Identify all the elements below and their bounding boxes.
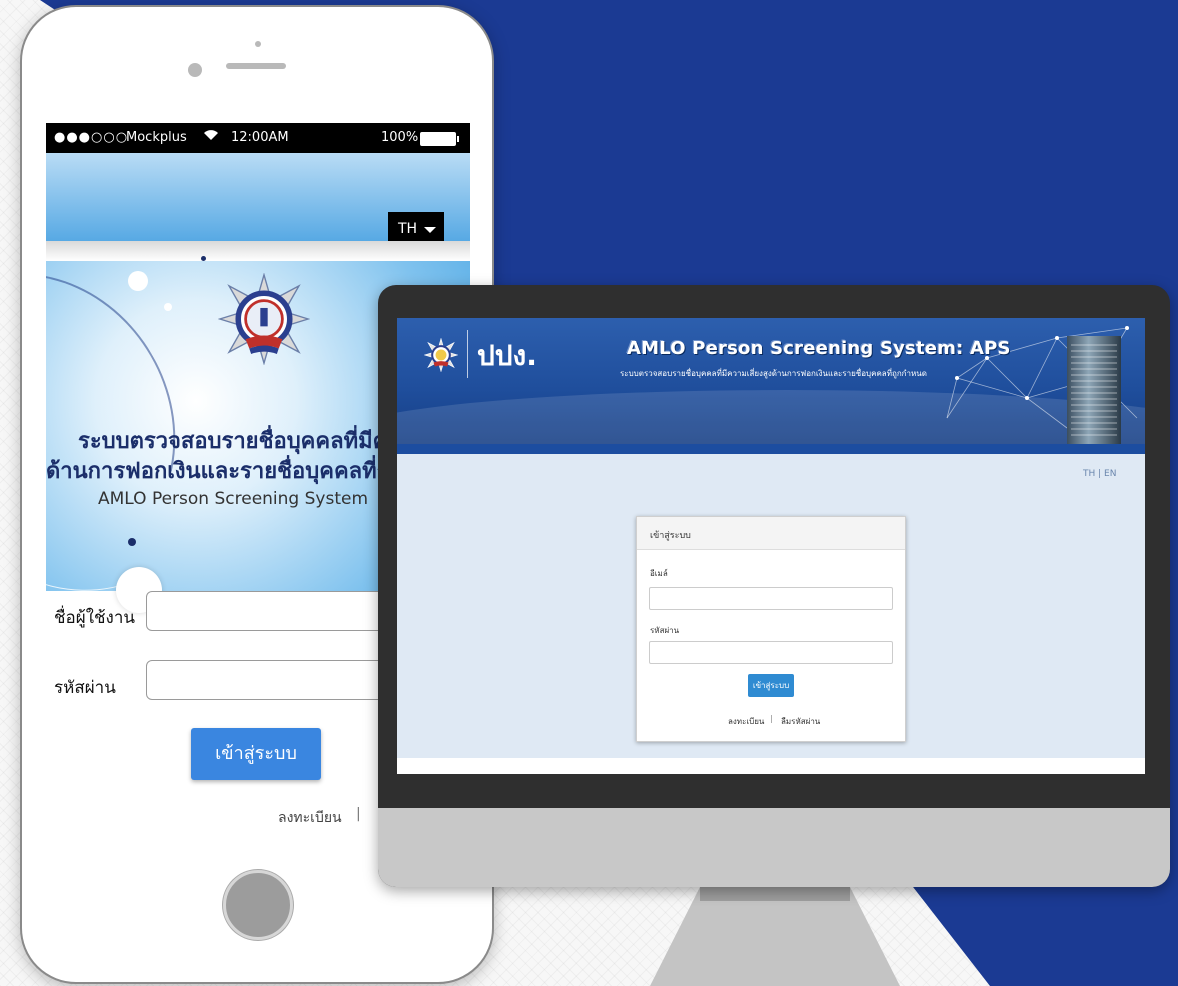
monitor-screen: ปปง. AMLO Person Screening System: APS ร… [397, 318, 1145, 774]
login-button[interactable]: เข้าสู่ระบบ [191, 728, 321, 780]
decorative-dot [128, 271, 148, 291]
brand-name: ปปง. [477, 339, 537, 372]
phone-sensor [188, 63, 202, 77]
login-card: เข้าสู่ระบบ อีเมล์ รหัสผ่าน เข้าสู่ระบบ … [636, 516, 906, 742]
decorative-dot [164, 303, 172, 311]
email-input[interactable] [649, 587, 893, 610]
password-input[interactable] [649, 641, 893, 664]
login-card-title: เข้าสู่ระบบ [650, 531, 691, 541]
caret-down-icon [424, 227, 436, 233]
amlo-emblem-icon [218, 273, 310, 365]
decorative-dot [201, 256, 206, 261]
wifi-icon [203, 128, 219, 145]
monitor-stand-neck [700, 887, 850, 901]
link-separator: | [356, 806, 361, 822]
forgot-password-link[interactable]: ลืมรหัสผ่าน [781, 715, 820, 728]
language-switch[interactable]: TH | EN [1083, 469, 1116, 479]
carrier-name: Mockplus [126, 130, 187, 145]
logo-divider [467, 330, 468, 378]
link-separator: | [770, 714, 773, 723]
page-subtitle: AMLO Person Screening System [98, 489, 369, 509]
register-link[interactable]: ลงทะเบียน [278, 807, 342, 829]
status-time: 12:00AM [231, 130, 289, 145]
login-card-header: เข้าสู่ระบบ [637, 517, 905, 550]
building-windows [1071, 344, 1117, 440]
battery-icon [420, 132, 459, 146]
battery-percent: 100% [381, 130, 419, 145]
phone-header: TH [46, 153, 470, 246]
status-bar: ●●●○○○ Mockplus 12:00AM 100% [46, 123, 470, 153]
decorative-dot [128, 538, 136, 546]
password-label: รหัสผ่าน [54, 678, 116, 698]
page-title-line2: ด้านการฟอกเงินและรายชื่อบุคคลที่ถู [46, 459, 390, 484]
signal-indicator: ●●●○○○ [54, 130, 129, 145]
register-link[interactable]: ลงทะเบียน [728, 715, 764, 728]
login-button[interactable]: เข้าสู่ระบบ [748, 674, 794, 697]
amlo-emblem-icon [424, 338, 458, 372]
password-label: รหัสผ่าน [650, 626, 680, 635]
email-label: อีเมล์ [650, 569, 668, 578]
header-bottom-bar [397, 444, 1145, 454]
site-footer [397, 758, 1145, 774]
site-title: AMLO Person Screening System: APS [627, 338, 1011, 359]
phone-camera [255, 41, 261, 47]
monitor-mockup: ปปง. AMLO Person Screening System: APS ร… [378, 285, 1170, 887]
site-header: ปปง. AMLO Person Screening System: APS ร… [397, 318, 1145, 448]
home-button[interactable] [223, 870, 293, 940]
language-select-value: TH [398, 221, 418, 237]
monitor-chin [378, 808, 1170, 887]
phone-speaker [226, 63, 286, 69]
site-subtitle: ระบบตรวจสอบรายชื่อบุคคลที่มีความเสี่ยงสู… [620, 369, 927, 378]
username-label: ชื่อผู้ใช้งาน [54, 608, 136, 628]
